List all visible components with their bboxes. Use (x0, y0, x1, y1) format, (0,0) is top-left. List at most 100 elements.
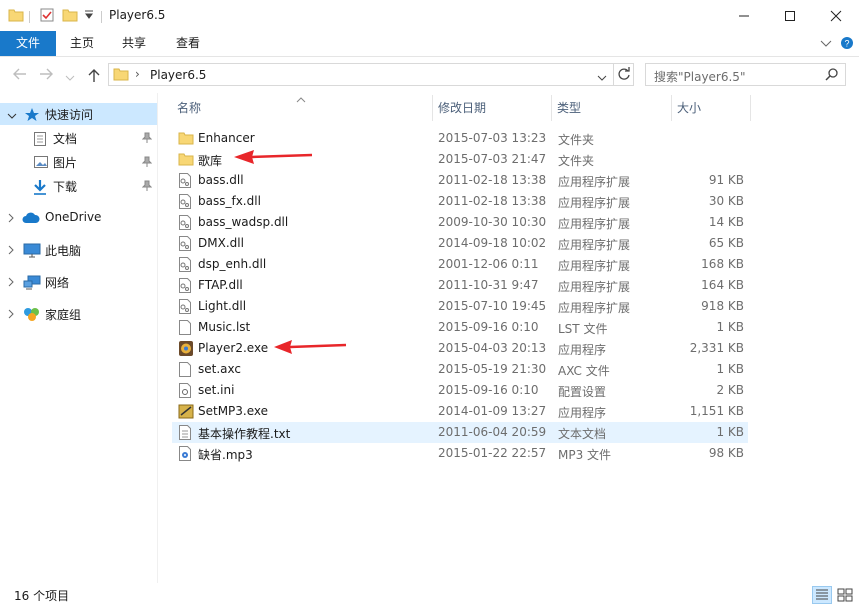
file-row[interactable]: bass_wadsp.dll 2009-10-30 10:30 应用程序扩展 14 K… (172, 212, 748, 233)
customize-toolbar-chevron-icon[interactable] (84, 9, 94, 24)
file-modified-date: 2009-10-30 10:30 (438, 215, 547, 229)
file-name: Music.lst (198, 320, 251, 334)
file-row[interactable]: dsp_enh.dll 2001-12-06 0:11 应用程序扩展 168 KB (172, 254, 748, 275)
file-row[interactable]: set.ini 2015-09-16 0:10 配置设置 2 KB (172, 380, 748, 401)
address-divider (613, 64, 614, 85)
sidebar-item-label: 家庭组 (45, 308, 82, 322)
file-type: LST 文件 (558, 322, 608, 336)
file-row[interactable]: bass_fx.dll 2011-02-18 13:38 应用程序扩展 30 KB (172, 191, 748, 212)
star-icon (24, 107, 40, 125)
pin-icon[interactable] (141, 180, 153, 195)
sidebar-item-label: 网络 (45, 276, 70, 290)
file-row[interactable]: FTAP.dll 2011-10-31 9:47 应用程序扩展 164 KB (172, 275, 748, 296)
column-divider[interactable] (750, 95, 751, 121)
search-input[interactable]: 搜索"Player6.5" (645, 63, 846, 86)
file-name: 基本操作教程.txt (198, 427, 291, 441)
file-row[interactable]: Player2.exe 2015-04-03 20:13 应用程序 2,331 KB (172, 338, 748, 359)
up-arrow-icon[interactable] (87, 67, 101, 86)
file-name: FTAP.dll (198, 278, 243, 292)
tab-file[interactable]: 文件 (0, 31, 56, 56)
column-header-size[interactable]: 大小 (677, 99, 701, 121)
sidebar-item-documents[interactable]: 文档 (0, 127, 157, 149)
column-divider[interactable] (671, 95, 672, 121)
chevron-right-icon[interactable] (7, 244, 15, 258)
file-modified-date: 2011-10-31 9:47 (438, 278, 539, 292)
sidebar-item-quick-access[interactable]: 快速访问 (0, 103, 157, 125)
file-row[interactable]: SetMP3.exe 2014-01-09 13:27 应用程序 1,151 KB (172, 401, 748, 422)
sidebar-item-label: OneDrive (45, 210, 102, 224)
column-header-name[interactable]: 名称 (177, 99, 201, 121)
column-header-date[interactable]: 修改日期 (438, 99, 486, 121)
sidebar-item-network[interactable]: 网络 (0, 271, 157, 293)
file-size: 14 KB (708, 215, 744, 229)
file-row[interactable]: set.axc 2015-05-19 21:30 AXC 文件 1 KB (172, 359, 748, 380)
file-name: Enhancer (198, 131, 255, 145)
tab-share[interactable]: 共享 (110, 31, 158, 56)
recent-locations-chevron-icon[interactable] (65, 71, 75, 85)
file-row[interactable]: bass.dll 2011-02-18 13:38 应用程序扩展 91 KB (172, 170, 748, 191)
annotation-arrow-icon (274, 340, 347, 354)
file-size: 65 KB (708, 236, 744, 250)
sidebar-item-homegroup[interactable]: 家庭组 (0, 303, 157, 325)
column-header-type[interactable]: 类型 (557, 99, 581, 121)
file-modified-date: 2015-09-16 0:10 (438, 383, 539, 397)
properties-icon[interactable] (39, 7, 55, 26)
chevron-right-icon[interactable] (7, 308, 15, 322)
chevron-down-icon[interactable] (7, 109, 17, 123)
expand-ribbon-chevron-icon[interactable] (820, 38, 832, 52)
large-icons-view-icon[interactable] (836, 586, 854, 607)
file-name: 缺省.mp3 (198, 448, 253, 462)
tab-view[interactable]: 查看 (164, 31, 212, 56)
file-size: 1 KB (716, 362, 744, 376)
minimize-button[interactable] (721, 0, 767, 31)
breadcrumb[interactable]: Player6.5 (150, 68, 206, 82)
file-row[interactable]: DMX.dll 2014-09-18 10:02 应用程序扩展 65 KB (172, 233, 748, 254)
file-row[interactable]: 基本操作教程.txt 2011-06-04 20:59 文本文档 1 KB (172, 422, 748, 443)
pin-icon[interactable] (141, 132, 153, 147)
file-row[interactable]: 缺省.mp3 2015-01-22 22:57 MP3 文件 98 KB (172, 443, 748, 464)
column-divider[interactable] (432, 95, 433, 121)
cloud-icon (22, 212, 40, 227)
chevron-right-icon[interactable] (7, 212, 15, 226)
close-button[interactable] (813, 0, 859, 31)
column-divider[interactable] (551, 95, 552, 121)
file-size: 91 KB (708, 173, 744, 187)
file-size: 2 KB (716, 383, 744, 397)
file-row[interactable]: Music.lst 2015-09-16 0:10 LST 文件 1 KB (172, 317, 748, 338)
back-arrow-icon[interactable] (12, 67, 28, 84)
file-row[interactable]: Light.dll 2015-07-10 19:45 应用程序扩展 918 KB (172, 296, 748, 317)
file-modified-date: 2014-01-09 13:27 (438, 404, 547, 418)
dll-icon (178, 214, 194, 231)
text-file-icon (178, 424, 194, 441)
maximize-button[interactable] (767, 0, 813, 31)
details-view-icon[interactable] (812, 586, 832, 604)
tab-home[interactable]: 主页 (58, 31, 106, 56)
sidebar-item-label: 图片 (53, 156, 78, 170)
item-count: 16 个项目 (14, 589, 70, 603)
address-bar[interactable]: › Player6.5 (108, 63, 634, 86)
search-icon[interactable] (825, 67, 839, 84)
help-icon[interactable]: ? (840, 36, 854, 53)
folder-icon (8, 7, 24, 26)
sidebar-item-onedrive[interactable]: OneDrive (0, 207, 157, 229)
file-modified-date: 2015-04-03 20:13 (438, 341, 547, 355)
file-modified-date: 2011-02-18 13:38 (438, 194, 547, 208)
player-exe-icon (178, 340, 194, 357)
file-size: 2,331 KB (689, 341, 744, 355)
new-folder-icon[interactable] (62, 7, 78, 26)
refresh-icon[interactable] (617, 67, 631, 84)
network-icon (23, 275, 41, 293)
sidebar-item-downloads[interactable]: 下载 (0, 175, 157, 197)
file-type: 应用程序 (558, 343, 607, 357)
file-row[interactable]: Enhancer 2015-07-03 13:23 文件夹 (172, 128, 748, 149)
pin-icon[interactable] (141, 156, 153, 171)
address-dropdown-chevron-icon[interactable] (597, 71, 607, 85)
forward-arrow-icon[interactable] (38, 67, 54, 84)
file-size: 1 KB (716, 320, 744, 334)
settings-file-icon (178, 382, 194, 399)
chevron-right-icon[interactable] (7, 276, 15, 290)
file-type: 应用程序 (558, 406, 607, 420)
sidebar-item-this-pc[interactable]: 此电脑 (0, 239, 157, 261)
file-type: AXC 文件 (558, 364, 610, 378)
sidebar-item-pictures[interactable]: 图片 (0, 151, 157, 173)
